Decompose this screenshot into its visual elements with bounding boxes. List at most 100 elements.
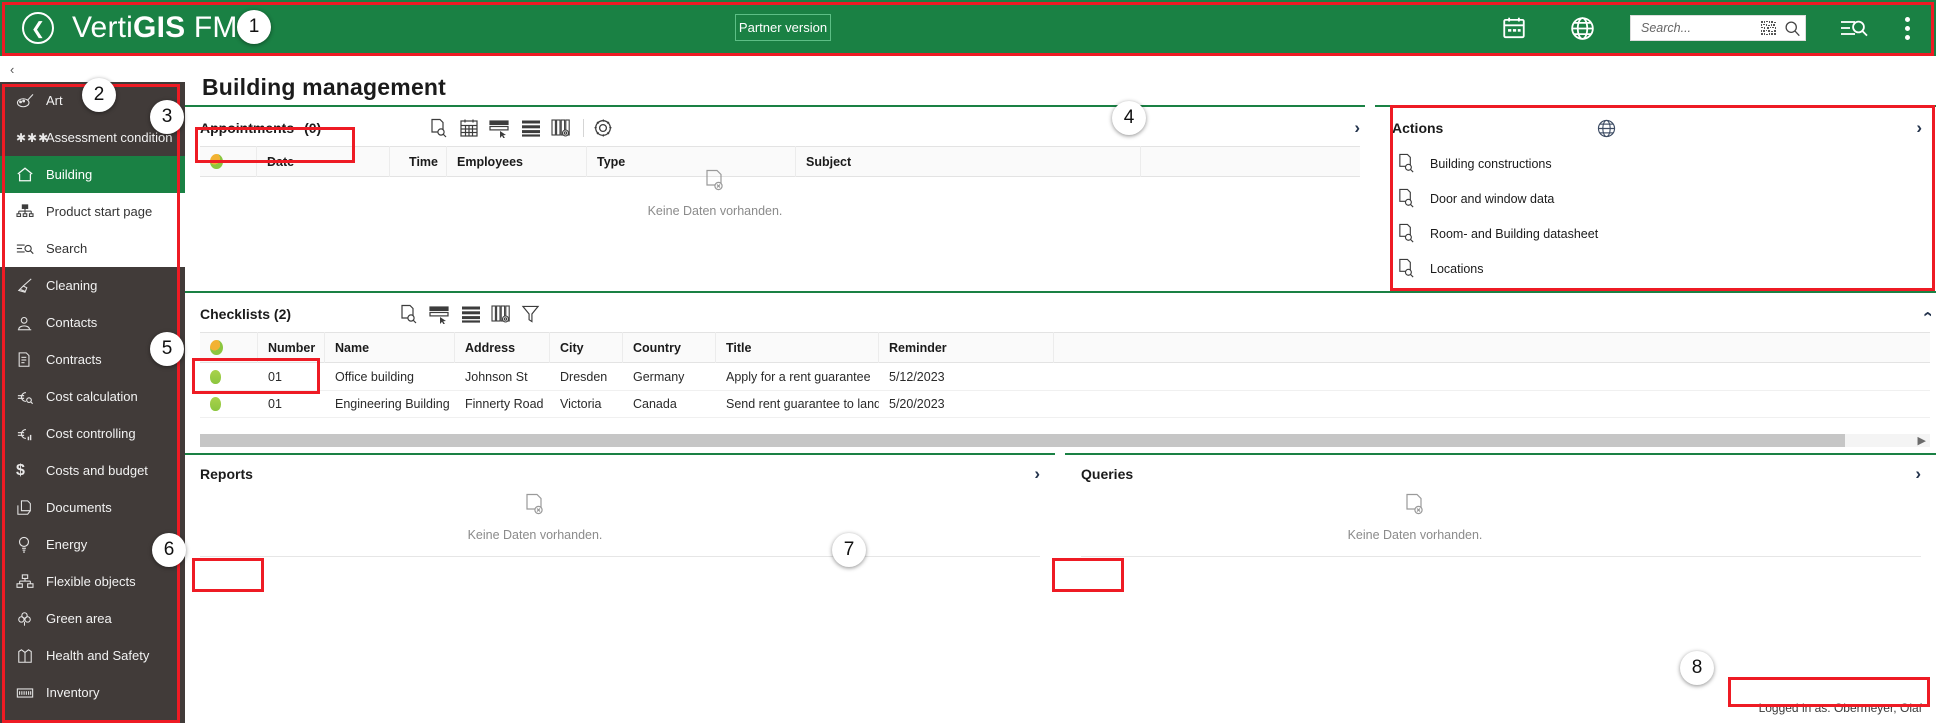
magnifier-icon[interactable] <box>1784 20 1801 37</box>
report-preview-icon <box>1397 258 1416 279</box>
action-item-door-and-window-data[interactable]: Door and window data <box>1397 188 1554 209</box>
partner-version-button[interactable]: Partner version <box>735 14 831 41</box>
sidebar-item-label: Cost calculation <box>46 389 138 404</box>
callout-3: 3 <box>150 100 184 134</box>
column-header-employees[interactable]: Employees <box>447 146 587 177</box>
filter-icon[interactable] <box>521 304 540 324</box>
queries-header: Queries › <box>1081 459 1921 489</box>
empty-state-label: Keine Daten vorhanden. <box>1347 528 1483 542</box>
barcode-scan-icon[interactable] <box>1761 20 1777 36</box>
reports-expand-button[interactable]: › <box>1034 464 1040 484</box>
globe-icon[interactable] <box>1560 6 1604 50</box>
scrollbar-thumb[interactable] <box>200 434 1845 447</box>
sidebar-item-green-area[interactable]: Green area <box>0 600 185 637</box>
cell-name: Engineering Building <box>335 397 450 411</box>
sidebar-item-building[interactable]: Building <box>0 156 185 193</box>
list-view-icon[interactable] <box>521 118 541 138</box>
sidebar: Art ✱✱✱ Assessment condition Building Pr… <box>0 82 185 723</box>
appointments-empty-state: Keine Daten vorhanden. <box>625 169 805 218</box>
documents-icon <box>16 499 42 516</box>
sidebar-item-cost-calculation[interactable]: Cost calculation <box>0 378 185 415</box>
empty-state-label: Keine Daten vorhanden. <box>467 528 603 542</box>
calendar-icon[interactable] <box>459 118 479 138</box>
callout-1: 1 <box>237 10 271 44</box>
action-item-room-and-building-datasheet[interactable]: Room- and Building datasheet <box>1397 223 1598 244</box>
column-header-name[interactable]: Name <box>325 332 455 363</box>
lightbulb-icon <box>16 536 42 553</box>
appointments-title: Appointments <box>200 120 295 136</box>
column-header-country[interactable]: Country <box>623 332 716 363</box>
broom-icon <box>16 277 42 294</box>
kebab-menu-icon[interactable] <box>1890 6 1924 50</box>
column-header-city[interactable]: City <box>550 332 623 363</box>
sidebar-item-documents[interactable]: Documents <box>0 489 185 526</box>
cell-name: Office building <box>335 370 414 384</box>
column-header-reminder[interactable]: Reminder <box>879 332 1054 363</box>
columns-settings-icon[interactable] <box>551 118 571 138</box>
report-preview-icon[interactable] <box>399 304 419 324</box>
column-header-subject[interactable]: Subject <box>796 146 1141 177</box>
advanced-search-icon[interactable] <box>1832 6 1876 50</box>
column-header-address[interactable]: Address <box>455 332 550 363</box>
cell-country: Canada <box>633 397 677 411</box>
column-header-status[interactable] <box>200 146 257 177</box>
cell-status <box>200 391 258 418</box>
contact-icon <box>16 315 42 331</box>
globe-icon[interactable] <box>1596 118 1617 139</box>
sidebar-item-health-and-safety[interactable]: Health and Safety <box>0 637 185 674</box>
sidebar-item-label: Art <box>46 93 63 108</box>
column-header-date[interactable]: Date <box>257 146 390 177</box>
toolbar-separator <box>583 119 585 137</box>
back-button[interactable]: ❮ <box>22 12 54 44</box>
checklists-title: Checklists (2) <box>200 306 292 322</box>
action-item-label: Locations <box>1430 261 1484 276</box>
column-header-title[interactable]: Title <box>716 332 879 363</box>
scroll-right-arrow-icon[interactable]: ▶ <box>1918 434 1930 447</box>
brand-prefix: Verti <box>72 11 134 44</box>
action-item-locations[interactable]: Locations <box>1397 258 1484 279</box>
sidebar-item-inventory[interactable]: Inventory <box>0 674 185 711</box>
no-data-document-icon <box>704 169 726 196</box>
reports-empty-state: Keine Daten vorhanden. <box>445 493 625 542</box>
sitemap-icon <box>16 203 42 220</box>
select-row-icon[interactable] <box>429 304 451 324</box>
safety-vest-icon <box>16 648 42 664</box>
brand-bold: GIS <box>133 11 186 44</box>
kebab-dot <box>1904 16 1910 22</box>
column-header-number[interactable]: Number <box>258 332 325 363</box>
calendar-icon[interactable] <box>1492 6 1536 50</box>
queries-expand-button[interactable]: › <box>1915 464 1921 484</box>
column-header-time[interactable]: Time <box>390 146 447 177</box>
action-item-building-constructions[interactable]: Building constructions <box>1397 153 1552 174</box>
checklists-hscrollbar[interactable]: ▶ <box>200 434 1930 447</box>
appointments-expand-button[interactable]: › <box>1354 118 1360 138</box>
page-title: Building management <box>202 74 447 100</box>
gear-icon[interactable] <box>593 118 613 138</box>
sidebar-item-product-start-page[interactable]: Product start page <box>0 193 185 230</box>
table-row[interactable]: 01 Engineering Building Finnerty Road Vi… <box>200 391 1930 418</box>
report-preview-icon <box>1397 223 1416 244</box>
sidebar-item-cleaning[interactable]: Cleaning <box>0 267 185 304</box>
column-header-status[interactable] <box>200 332 258 363</box>
list-view-icon[interactable] <box>461 304 481 324</box>
main-content: Building management Appointments (0) › D… <box>185 56 1936 723</box>
search-input[interactable] <box>1639 20 1761 36</box>
checklists-collapse-button[interactable]: › <box>1917 311 1936 317</box>
columns-settings-icon[interactable] <box>491 304 511 324</box>
action-item-label: Building constructions <box>1430 156 1552 171</box>
sidebar-item-costs-and-budget[interactable]: $ Costs and budget <box>0 452 185 489</box>
table-row[interactable]: 01 Office building Johnson St Dresden Ge… <box>200 364 1930 391</box>
queries-divider <box>1081 556 1921 557</box>
kebab-dot <box>1904 34 1910 40</box>
sidebar-item-flexible-objects[interactable]: Flexible objects <box>0 563 185 600</box>
action-item-label: Room- and Building datasheet <box>1430 226 1599 241</box>
dollar-icon: $ <box>16 461 25 479</box>
select-row-icon[interactable] <box>489 118 511 138</box>
sidebar-item-search[interactable]: Search <box>0 230 185 267</box>
search-box[interactable] <box>1630 15 1806 41</box>
sidebar-item-cost-controlling[interactable]: Cost controlling <box>0 415 185 452</box>
callout-2: 2 <box>82 78 116 112</box>
queries-panel-topline <box>1065 453 1936 455</box>
report-preview-icon[interactable] <box>429 118 449 138</box>
actions-expand-button[interactable]: › <box>1916 118 1922 138</box>
